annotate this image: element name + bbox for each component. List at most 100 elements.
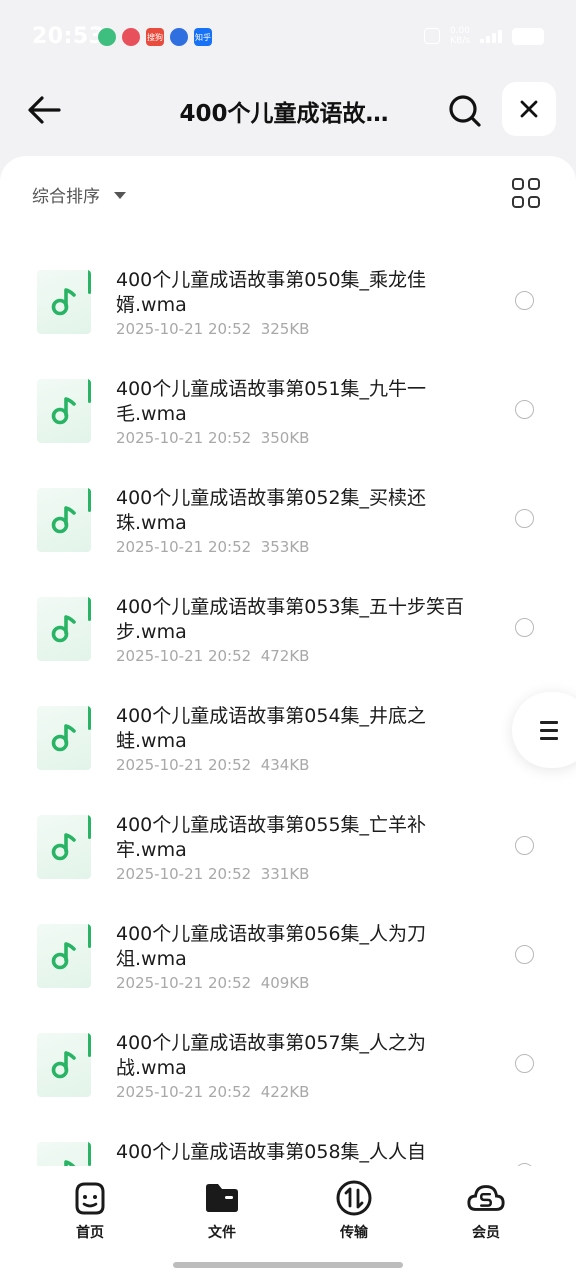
file-meta: 2025-10-21 20:52 409KB <box>116 974 309 992</box>
thumb-accent <box>88 488 91 512</box>
net-speed-unit: KB/s <box>450 36 470 46</box>
caret-down-icon <box>114 192 126 199</box>
file-row[interactable]: 400个儿童成语故事第057集_人之为战.wma 2025-10-21 20:5… <box>0 1009 576 1118</box>
file-meta: 2025-10-21 20:52 472KB <box>116 647 309 665</box>
file-row[interactable]: 400个儿童成语故事第051集_九牛一毛.wma 2025-10-21 20:5… <box>0 355 576 464</box>
grid-icon-cell <box>528 196 540 208</box>
file-date: 2025-10-21 20:52 <box>116 974 252 992</box>
music-note-icon <box>51 1051 76 1079</box>
file-name: 400个儿童成语故事第054集_井底之蛙.wma <box>116 705 427 752</box>
music-note-icon <box>51 615 76 643</box>
transfer-icon <box>336 1180 372 1216</box>
thumb-accent <box>88 1033 91 1057</box>
sort-dropdown[interactable]: 综合排序 <box>32 182 126 207</box>
music-note-icon <box>51 506 76 534</box>
select-checkbox[interactable] <box>515 618 534 637</box>
nav-label-vip: 会员 <box>472 1225 500 1241</box>
file-list-sheet: 综合排序 400个儿童成语故事第050集_乘龙佳婿.wma 2025-10-21… <box>0 156 576 1280</box>
thumb-accent <box>88 379 91 403</box>
thumb-accent <box>88 706 91 730</box>
file-date: 2025-10-21 20:52 <box>116 538 252 556</box>
nav-item-transfer[interactable]: 传输 <box>314 1178 394 1242</box>
thumb-accent <box>88 815 91 839</box>
music-note-icon <box>51 833 76 861</box>
gesture-home-bar[interactable] <box>173 1262 403 1268</box>
close-icon <box>520 100 538 118</box>
smiley-box-icon <box>75 1182 105 1215</box>
audio-file-icon <box>37 270 91 334</box>
file-meta: 2025-10-21 20:52 422KB <box>116 1083 309 1101</box>
file-row[interactable]: 400个儿童成语故事第055集_亡羊补牢.wma 2025-10-21 20:5… <box>0 791 576 900</box>
vibrate-icon <box>423 28 440 44</box>
file-row[interactable]: 400个儿童成语故事第052集_买椟还珠.wma 2025-10-21 20:5… <box>0 464 576 573</box>
thumb-accent <box>88 597 91 621</box>
file-name: 400个儿童成语故事第053集_五十步笑百步.wma <box>116 596 465 643</box>
battery-icon <box>512 27 544 45</box>
file-meta: 2025-10-21 20:52 350KB <box>116 429 309 447</box>
menu-icon <box>540 720 558 740</box>
grid-icon <box>512 178 524 190</box>
search-icon <box>449 95 481 127</box>
file-date: 2025-10-21 20:52 <box>116 429 252 447</box>
file-row[interactable]: 400个儿童成语故事第056集_人为刀俎.wma 2025-10-21 20:5… <box>0 900 576 1009</box>
select-checkbox[interactable] <box>515 1054 534 1073</box>
cloud-s-icon <box>467 1185 505 1211</box>
music-note-icon <box>51 942 76 970</box>
audio-file-icon <box>37 924 91 988</box>
file-size: 434KB <box>260 756 310 774</box>
colorful-bird-icon <box>122 28 140 46</box>
nav-item-vip[interactable]: 会员 <box>446 1178 526 1242</box>
music-note-icon <box>51 724 76 752</box>
music-note-icon <box>51 397 76 425</box>
signal-icon <box>480 29 502 43</box>
file-name: 400个儿童成语故事第052集_买椟还珠.wma <box>116 487 427 534</box>
nav-item-home[interactable]: 首页 <box>50 1178 130 1242</box>
file-size: 353KB <box>260 538 310 556</box>
bottom-nav: 首页 文件 传输 会员 <box>0 1166 576 1280</box>
grid-view-toggle[interactable] <box>512 178 544 210</box>
folder-icon <box>206 1184 238 1212</box>
green-refresh-icon <box>98 28 116 46</box>
file-row[interactable]: 400个儿童成语故事第054集_井底之蛙.wma 2025-10-21 20:5… <box>0 682 576 791</box>
header: 400个儿童成语故… <box>0 76 576 156</box>
file-date: 2025-10-21 20:52 <box>116 1083 252 1101</box>
back-button[interactable] <box>22 88 66 132</box>
music-note-icon <box>51 288 76 316</box>
file-name: 400个儿童成语故事第050集_乘龙佳婿.wma <box>116 269 427 316</box>
grid-icon-cell <box>528 178 540 190</box>
select-checkbox[interactable] <box>515 945 534 964</box>
file-date: 2025-10-21 20:52 <box>116 756 252 774</box>
baidu-paw-icon <box>170 28 188 46</box>
sort-label: 综合排序 <box>32 187 100 207</box>
file-size: 472KB <box>260 647 310 665</box>
thumb-accent <box>88 924 91 948</box>
nav-item-files[interactable]: 文件 <box>182 1178 262 1242</box>
audio-file-icon <box>37 1033 91 1097</box>
file-date: 2025-10-21 20:52 <box>116 320 252 338</box>
nav-label-transfer: 传输 <box>340 1225 368 1241</box>
file-date: 2025-10-21 20:52 <box>116 865 252 883</box>
file-meta: 2025-10-21 20:52 353KB <box>116 538 309 556</box>
search-button[interactable] <box>442 88 488 134</box>
file-list: 400个儿童成语故事第050集_乘龙佳婿.wma 2025-10-21 20:5… <box>0 246 576 1227</box>
audio-file-icon <box>37 379 91 443</box>
file-name: 400个儿童成语故事第058集_人人自 <box>116 1141 427 1163</box>
select-checkbox[interactable] <box>515 836 534 855</box>
select-checkbox[interactable] <box>515 291 534 310</box>
audio-file-icon <box>37 706 91 770</box>
sougou-icon: 搜狗 <box>146 28 164 46</box>
select-checkbox[interactable] <box>515 509 534 528</box>
net-speed-value: 0.00 <box>449 26 470 36</box>
file-meta: 2025-10-21 20:52 325KB <box>116 320 309 338</box>
select-checkbox[interactable] <box>515 400 534 419</box>
thumb-accent <box>88 270 91 294</box>
file-row[interactable]: 400个儿童成语故事第053集_五十步笑百步.wma 2025-10-21 20… <box>0 573 576 682</box>
file-name: 400个儿童成语故事第051集_九牛一毛.wma <box>116 378 427 425</box>
status-time: 20:53 <box>32 24 105 49</box>
file-name: 400个儿童成语故事第056集_人为刀俎.wma <box>116 923 427 970</box>
audio-file-icon <box>37 597 91 661</box>
grid-icon-cell <box>512 196 524 208</box>
close-button[interactable] <box>502 82 556 136</box>
file-size: 422KB <box>260 1083 310 1101</box>
file-row[interactable]: 400个儿童成语故事第050集_乘龙佳婿.wma 2025-10-21 20:5… <box>0 246 576 355</box>
